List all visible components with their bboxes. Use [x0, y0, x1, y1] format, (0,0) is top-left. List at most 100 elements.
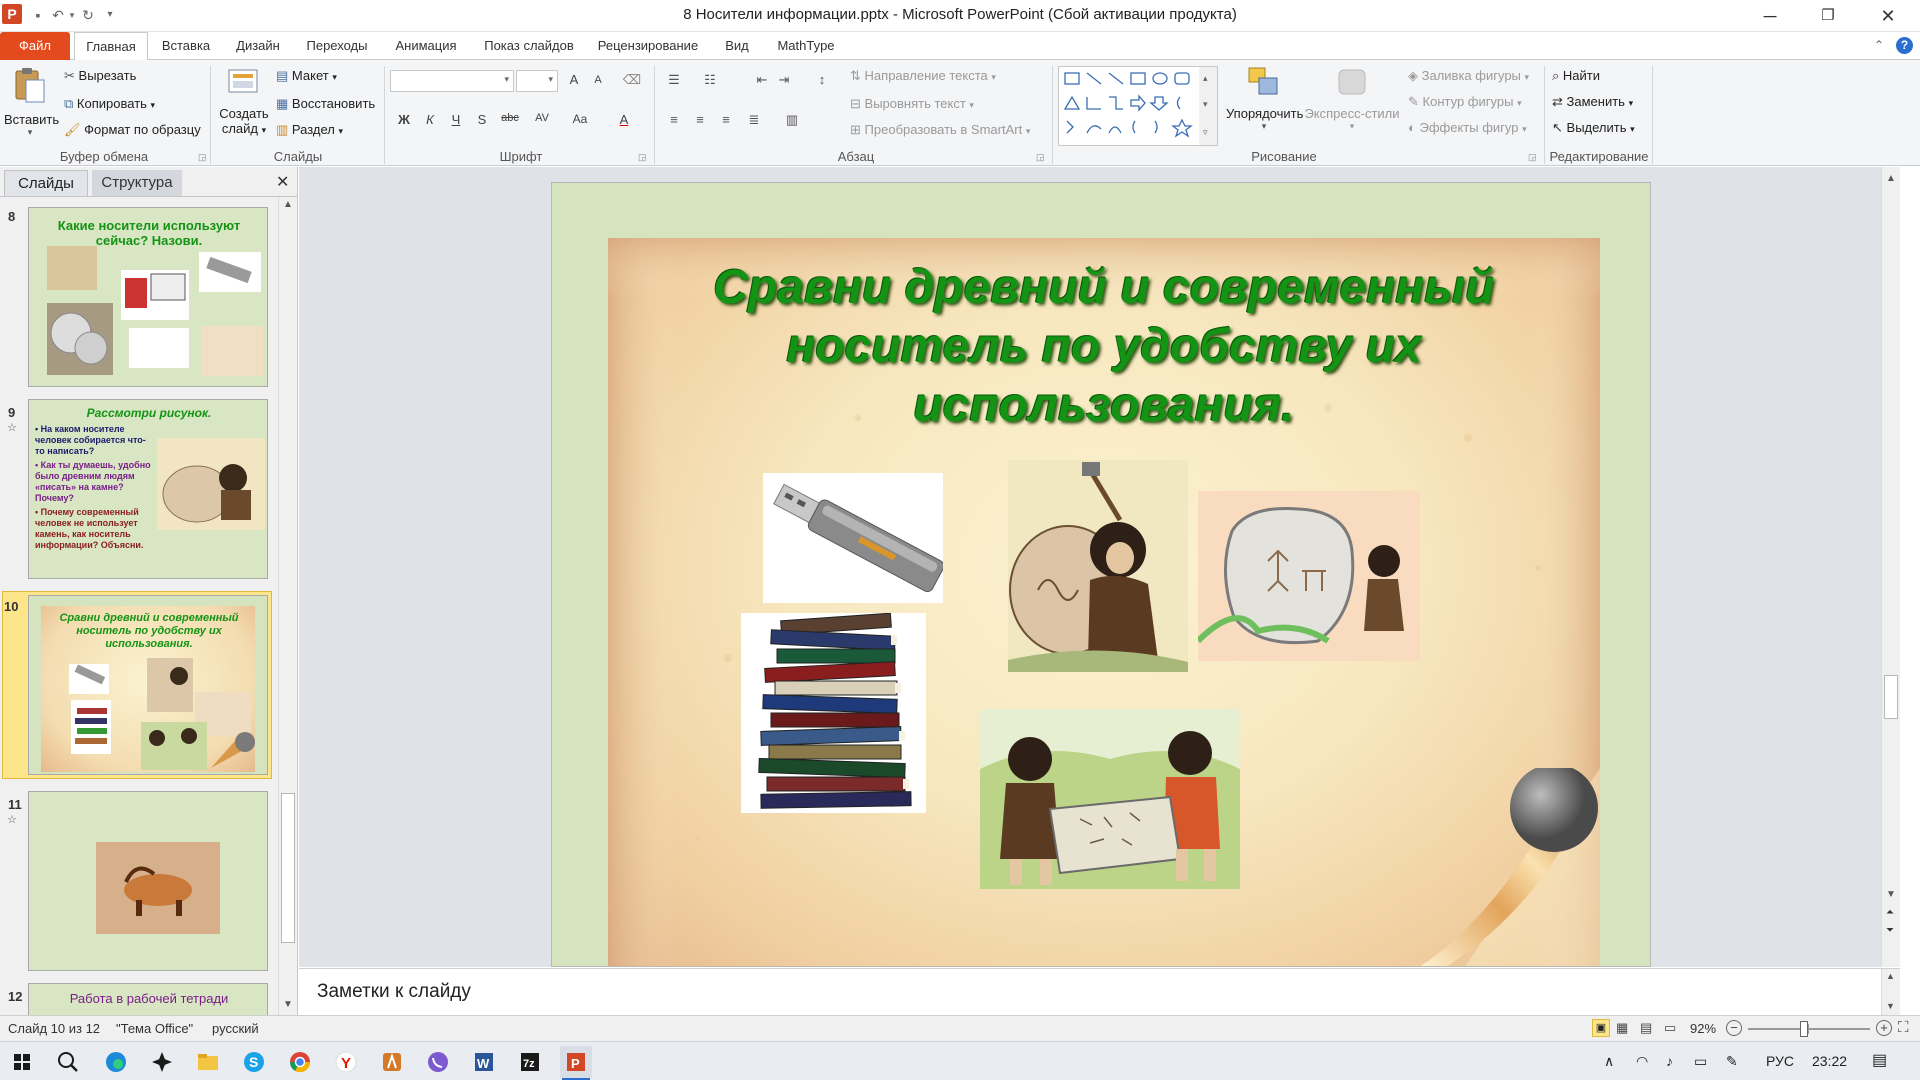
- format-painter-button[interactable]: 🖌 Формат по образцу: [64, 122, 201, 138]
- zoom-out-button[interactable]: −: [1726, 1020, 1742, 1036]
- notifications-icon[interactable]: ▤: [1872, 1050, 1887, 1070]
- office-app-icon[interactable]: [376, 1046, 408, 1078]
- align-left-icon[interactable]: ≡: [664, 112, 684, 127]
- font-size-box[interactable]: ▾: [516, 70, 558, 92]
- scroll-up-arrow[interactable]: ▲: [283, 199, 293, 210]
- tab-home[interactable]: Главная: [74, 32, 148, 61]
- minimize-ribbon-icon[interactable]: ⌃: [1874, 38, 1884, 52]
- slide-title[interactable]: Сравни древний и современный носитель по…: [688, 258, 1520, 435]
- copy-button[interactable]: ⧉ Копировать ▾: [64, 96, 155, 112]
- word-icon[interactable]: W: [468, 1046, 500, 1078]
- section-button[interactable]: ▥ Раздел ▾: [276, 122, 343, 138]
- line-spacing-icon[interactable]: ↕: [812, 72, 832, 87]
- slideshow-icon[interactable]: ▭: [1664, 1020, 1676, 1036]
- scroll-down-arrow[interactable]: ▼: [283, 999, 293, 1010]
- dialog-launcher-icon[interactable]: ◲: [638, 152, 647, 163]
- search-icon[interactable]: [52, 1046, 84, 1078]
- tray-overflow-icon[interactable]: ∧: [1604, 1053, 1614, 1070]
- close-button[interactable]: ✕: [1860, 0, 1916, 32]
- char-spacing-button[interactable]: AV: [532, 112, 552, 124]
- change-case-button[interactable]: Aa: [570, 112, 590, 126]
- zoom-slider-thumb[interactable]: [1800, 1021, 1809, 1037]
- convert-smartart-button[interactable]: ⊞ Преобразовать в SmartArt ▾: [850, 122, 1030, 138]
- volume-icon[interactable]: ♪: [1666, 1053, 1673, 1069]
- slide-sorter-icon[interactable]: ▦: [1616, 1020, 1628, 1036]
- scroll-up-arrow[interactable]: ▲: [1886, 173, 1896, 184]
- dialog-launcher-icon[interactable]: ◲: [198, 152, 207, 163]
- tab-slides-pane[interactable]: Слайды: [4, 170, 88, 196]
- shapes-gallery[interactable]: ▴ ▾ ▿: [1058, 66, 1218, 146]
- layout-button[interactable]: ▤ Макет ▾: [276, 68, 337, 84]
- cut-button[interactable]: ✂ Вырезать: [64, 68, 136, 84]
- clock[interactable]: 23:22: [1812, 1053, 1847, 1069]
- tab-transitions[interactable]: Переходы: [296, 32, 378, 60]
- columns-icon[interactable]: ▥: [782, 112, 802, 128]
- network-icon[interactable]: ◠: [1636, 1053, 1648, 1070]
- tab-view[interactable]: Вид: [714, 32, 760, 60]
- next-slide-icon[interactable]: ⏷: [1886, 925, 1894, 936]
- pen-icon[interactable]: ✎: [1726, 1053, 1738, 1070]
- viber-icon[interactable]: [422, 1046, 454, 1078]
- restore-button[interactable]: ❐: [1800, 0, 1856, 32]
- bold-button[interactable]: Ж: [394, 112, 414, 127]
- slide-thumbnail[interactable]: Работа в рабочей тетради: [28, 983, 268, 1015]
- scroll-up-arrow[interactable]: ▲: [1886, 971, 1895, 981]
- font-name-box[interactable]: ▾: [390, 70, 514, 92]
- slide-thumbnail[interactable]: [28, 791, 268, 971]
- zoom-in-button[interactable]: +: [1876, 1020, 1892, 1036]
- current-slide[interactable]: Сравни древний и современный носитель по…: [551, 182, 1651, 967]
- tab-slideshow[interactable]: Показ слайдов: [474, 32, 584, 60]
- widget-app-icon[interactable]: [146, 1046, 178, 1078]
- battery-icon[interactable]: ▭: [1694, 1053, 1707, 1070]
- reset-button[interactable]: ▦ Восстановить: [276, 96, 375, 112]
- tab-insert[interactable]: Вставка: [152, 32, 220, 60]
- slide-thumbnail[interactable]: Рассмотри рисунок. • На каком носителе ч…: [28, 399, 268, 579]
- grow-font-icon[interactable]: A: [564, 72, 584, 87]
- align-text-button[interactable]: ⊟ Выровнять текст ▾: [850, 96, 974, 112]
- text-direction-button[interactable]: ⇅ Направление текста ▾: [850, 68, 996, 84]
- notes-placeholder[interactable]: Заметки к слайду: [317, 981, 471, 1003]
- arrange-button[interactable]: Упорядочить ▾: [1226, 66, 1303, 146]
- editor-scrollbar[interactable]: ▲ ▼ ⏶ ⏷: [1881, 167, 1900, 967]
- slides-pane-scrollbar[interactable]: ▲ ▼: [278, 197, 297, 1015]
- zoom-level[interactable]: 92%: [1690, 1021, 1716, 1036]
- align-right-icon[interactable]: ≡: [716, 112, 736, 127]
- numbering-icon[interactable]: ☷: [700, 72, 720, 88]
- tab-review[interactable]: Рецензирование: [590, 32, 706, 60]
- decrease-indent-icon[interactable]: ⇤: [752, 72, 772, 88]
- minimize-button[interactable]: ─: [1742, 0, 1798, 32]
- normal-view-icon[interactable]: ▣: [1592, 1019, 1610, 1037]
- chrome-browser-icon[interactable]: [284, 1046, 316, 1078]
- tab-animations[interactable]: Анимация: [384, 32, 468, 60]
- dialog-launcher-icon[interactable]: ◲: [1528, 152, 1537, 163]
- find-button[interactable]: ⌕ Найти: [1552, 68, 1600, 84]
- shrink-font-icon[interactable]: A: [588, 74, 608, 86]
- file-explorer-icon[interactable]: [192, 1046, 224, 1078]
- shape-fill-button[interactable]: ◈ Заливка фигуры ▾: [1408, 68, 1529, 84]
- yandex-browser-icon[interactable]: Y: [330, 1046, 362, 1078]
- justify-icon[interactable]: ≣: [744, 112, 764, 128]
- powerpoint-taskbar-icon[interactable]: P: [560, 1046, 592, 1078]
- input-language[interactable]: РУС: [1766, 1053, 1794, 1069]
- edge-browser-icon[interactable]: [100, 1046, 132, 1078]
- tab-design[interactable]: Дизайн: [224, 32, 292, 60]
- paste-button[interactable]: Вставить ▾: [4, 66, 59, 146]
- italic-button[interactable]: К: [420, 112, 440, 127]
- reading-view-icon[interactable]: ▤: [1640, 1020, 1652, 1036]
- replace-button[interactable]: ⇄ Заменить ▾: [1552, 94, 1633, 110]
- help-icon[interactable]: ?: [1896, 37, 1913, 54]
- language-status[interactable]: русский: [212, 1021, 259, 1036]
- skype-icon[interactable]: S: [238, 1046, 270, 1078]
- scroll-thumb[interactable]: [281, 793, 295, 943]
- clear-formatting-icon[interactable]: ⌫: [622, 72, 642, 88]
- previous-slide-icon[interactable]: ⏶: [1886, 907, 1894, 918]
- dialog-launcher-icon[interactable]: ◲: [1036, 152, 1045, 163]
- shape-outline-button[interactable]: ✎ Контур фигуры ▾: [1408, 94, 1522, 110]
- scroll-down-arrow[interactable]: ▼: [1886, 1001, 1895, 1011]
- slide-thumbnail-selected[interactable]: Сравни древний и современный носитель по…: [28, 595, 268, 775]
- tab-mathtype[interactable]: MathType: [768, 32, 844, 60]
- tab-file[interactable]: Файл: [0, 32, 70, 60]
- shadow-button[interactable]: S: [472, 112, 492, 127]
- 7zip-icon[interactable]: 7z: [514, 1046, 546, 1078]
- select-button[interactable]: ↖ Выделить ▾: [1552, 120, 1635, 136]
